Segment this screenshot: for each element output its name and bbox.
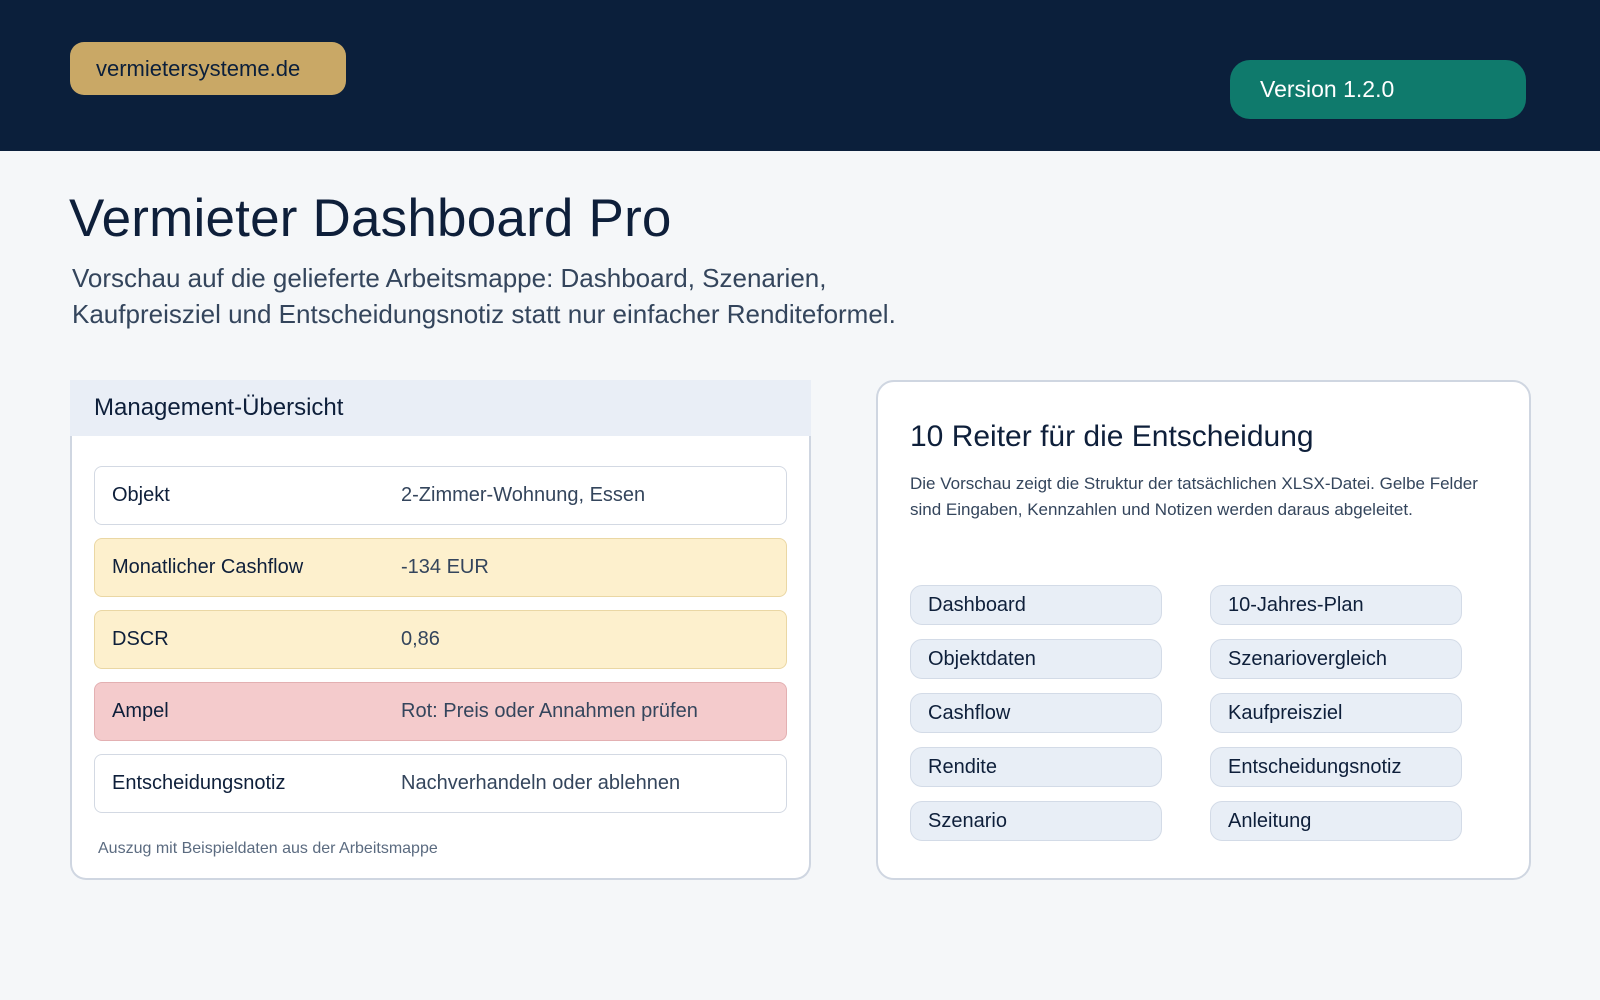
row-label: Objekt [112,484,170,506]
row-label: Monatlicher Cashflow [112,556,304,578]
tab-chip-kaufpreisziel[interactable]: Kaufpreisziel [1210,693,1462,733]
tab-chip-cashflow[interactable]: Cashflow [910,693,1162,733]
tab-chip-dashboard[interactable]: Dashboard [910,585,1162,625]
overview-row-entscheidungsnotiz: Entscheidungsnotiz Nachverhandeln oder a… [94,754,787,813]
row-value: Nachverhandeln oder ablehnen [401,772,681,794]
workbook-tabs-title: 10 Reiter für die Entscheidung [910,420,1314,453]
page-title: Vermieter Dashboard Pro [69,189,672,248]
subtitle-line-2: Kaufpreisziel und Entscheidungsnotiz sta… [72,299,896,329]
row-label: DSCR [112,628,169,650]
top-header: vermietersysteme.de Version 1.2.0 [0,0,1600,151]
tab-chip-anleitung[interactable]: Anleitung [1210,801,1462,841]
overview-row-objekt: Objekt 2-Zimmer-Wohnung, Essen [94,466,787,525]
management-overview-title: Management-Übersicht [70,380,811,436]
overview-footnote: Auszug mit Beispieldaten aus der Arbeits… [98,840,438,857]
row-label: Ampel [112,700,169,722]
overview-row-ampel: Ampel Rot: Preis oder Annahmen prüfen [94,682,787,741]
tab-chip-objektdaten[interactable]: Objektdaten [910,639,1162,679]
subtitle-line-1: Vorschau auf die gelieferte Arbeitsmappe… [72,263,827,293]
row-value: 2-Zimmer-Wohnung, Essen [401,484,646,506]
workbook-tabs-description: Die Vorschau zeigt die Struktur der tats… [910,474,1478,519]
row-label: Entscheidungsnotiz [112,772,286,794]
tab-chip-10-jahres-plan[interactable]: 10-Jahres-Plan [1210,585,1462,625]
version-badge: Version 1.2.0 [1230,60,1526,119]
row-value: 0,86 [401,628,440,650]
tab-chip-szenariovergleich[interactable]: Szenariovergleich [1210,639,1462,679]
overview-row-dscr: DSCR 0,86 [94,610,787,669]
row-value: -134 EUR [401,556,489,578]
tab-chip-entscheidungsnotiz[interactable]: Entscheidungsnotiz [1210,747,1462,787]
page-subtitle: Vorschau auf die gelieferte Arbeitsmappe… [72,260,1002,332]
row-value: Rot: Preis oder Annahmen prüfen [401,700,698,722]
overview-row-cashflow: Monatlicher Cashflow -134 EUR [94,538,787,597]
tab-chip-rendite[interactable]: Rendite [910,747,1162,787]
brand-badge[interactable]: vermietersysteme.de [70,42,346,95]
tab-chip-szenario[interactable]: Szenario [910,801,1162,841]
